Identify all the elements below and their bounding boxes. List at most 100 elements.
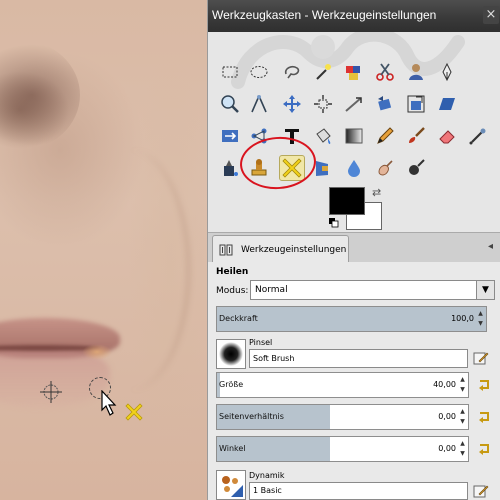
scale-icon [407,95,425,113]
fuzzy-select-icon [316,64,331,80]
brush-name-field[interactable]: Soft Brush [249,349,468,368]
scissors-select-tool[interactable] [372,59,398,85]
toolbox: ⇄ [208,32,500,232]
move-icon [283,95,301,113]
scissors-select-icon [376,63,394,81]
spin-arrows-icon[interactable]: ▲ ▼ [458,375,467,395]
select-by-color-icon [346,66,360,80]
skin-blemish [82,344,112,360]
close-icon[interactable]: × [483,6,499,24]
blur-icon [348,160,360,177]
mode-select[interactable]: Normal ▼ [250,280,495,300]
measure-icon [251,95,267,113]
reset-aspect-icon[interactable] [476,410,492,426]
crop-tool[interactable] [341,91,367,117]
heal-cursor-icon [125,403,143,421]
perspective-tool[interactable] [217,123,243,149]
eraser-tool[interactable] [434,123,460,149]
smudge-tool[interactable] [372,155,398,181]
airbrush-tool[interactable] [465,123,491,149]
edit-dynamics-icon[interactable] [473,483,489,499]
perspective-icon [222,130,238,142]
tool-options-title: Heilen [216,267,249,277]
image-canvas[interactable] [0,0,207,500]
foreground-color-swatch[interactable] [329,187,365,215]
dock-tabbar: Werkzeugeinstellungen ◂ [208,232,500,263]
size-label: Größe [219,380,244,389]
toolbox-dock: Werkzeugkasten - Werkzeugeinstellungen × [207,0,500,500]
blend-icon [345,128,363,144]
zoom-icon [221,95,239,113]
arrow-cursor-icon [101,390,117,416]
bucket-fill-icon [316,128,331,144]
ellipse-select-tool[interactable] [246,59,272,85]
bucket-fill-tool[interactable] [310,123,336,149]
window-titlebar[interactable]: Werkzeugkasten - Werkzeugeinstellungen × [208,0,500,32]
aspect-ratio-value: 0,00 [438,412,456,421]
tab-menu-icon[interactable]: ◂ [488,241,498,255]
align-tool[interactable] [310,91,336,117]
dodge-burn-icon [409,159,425,175]
tab-label: Werkzeugeinstellungen [241,244,347,255]
swap-colors-icon[interactable]: ⇄ [372,187,384,199]
tab-tool-options[interactable]: Werkzeugeinstellungen [212,235,349,263]
opacity-value: 100,0 [451,314,474,323]
spin-arrows-icon[interactable]: ▲ ▼ [458,439,467,459]
fuzzy-select-tool[interactable] [310,59,336,85]
spin-arrows-icon[interactable]: ▲ ▼ [458,407,467,427]
angle-label: Winkel [219,444,246,453]
measure-tool[interactable] [246,91,272,117]
select-by-color-tool[interactable] [341,59,367,85]
spin-arrows-icon[interactable]: ▲ ▼ [476,309,485,329]
paths-tool[interactable] [434,59,460,85]
aspect-ratio-slider[interactable]: Seitenverhältnis 0,00 ▲ ▼ [216,404,469,430]
edit-brush-icon[interactable] [473,350,489,366]
blur-tool[interactable] [341,155,367,181]
rect-select-icon [222,66,238,78]
paths-icon [442,62,452,82]
chevron-down-icon[interactable]: ▼ [476,281,494,299]
mode-label: Modus: [216,286,249,296]
dynamics-preview[interactable] [216,470,246,500]
airbrush-icon [469,128,486,145]
foreground-select-icon [409,64,423,80]
soft-brush-icon [219,342,243,366]
foreground-select-tool[interactable] [403,59,429,85]
move-tool[interactable] [279,91,305,117]
size-value: 40,00 [433,380,456,389]
brush-header: Pinsel [249,338,273,347]
ellipse-select-icon [250,66,268,78]
rotate-tool[interactable] [372,91,398,117]
default-colors-icon[interactable] [329,218,339,228]
pencil-tool[interactable] [372,123,398,149]
pencil-icon [377,127,394,144]
free-select-icon [284,66,300,79]
brush-preview[interactable] [216,339,246,369]
crop-icon [345,97,362,112]
align-icon [314,95,332,113]
blend-tool[interactable] [341,123,367,149]
tool-options-icon [219,244,233,255]
angle-value: 0,00 [438,444,456,453]
opacity-label: Deckkraft [219,314,258,323]
free-select-tool[interactable] [279,59,305,85]
rect-select-tool[interactable] [217,59,243,85]
paintbrush-tool[interactable] [403,123,429,149]
ink-icon [224,160,238,176]
tool-options-panel: Heilen Modus: Normal ▼ Deckkraft 100,0 ▲… [208,262,500,500]
reset-angle-icon[interactable] [476,442,492,458]
paintbrush-icon [409,127,425,143]
ink-tool[interactable] [217,155,243,181]
reset-size-icon[interactable] [476,378,492,394]
mode-value: Normal [255,285,288,295]
aspect-ratio-label: Seitenverhältnis [219,412,284,421]
dynamics-name-field[interactable]: 1 Basic [249,482,468,500]
size-slider[interactable]: Größe 40,00 ▲ ▼ [216,372,469,398]
opacity-slider[interactable]: Deckkraft 100,0 ▲ ▼ [216,306,487,332]
zoom-tool[interactable] [217,91,243,117]
shear-tool[interactable] [434,91,460,117]
dynamics-icon [222,476,243,497]
scale-tool[interactable] [403,91,429,117]
dodge-burn-tool[interactable] [403,155,429,181]
angle-slider[interactable]: Winkel 0,00 ▲ ▼ [216,436,469,462]
